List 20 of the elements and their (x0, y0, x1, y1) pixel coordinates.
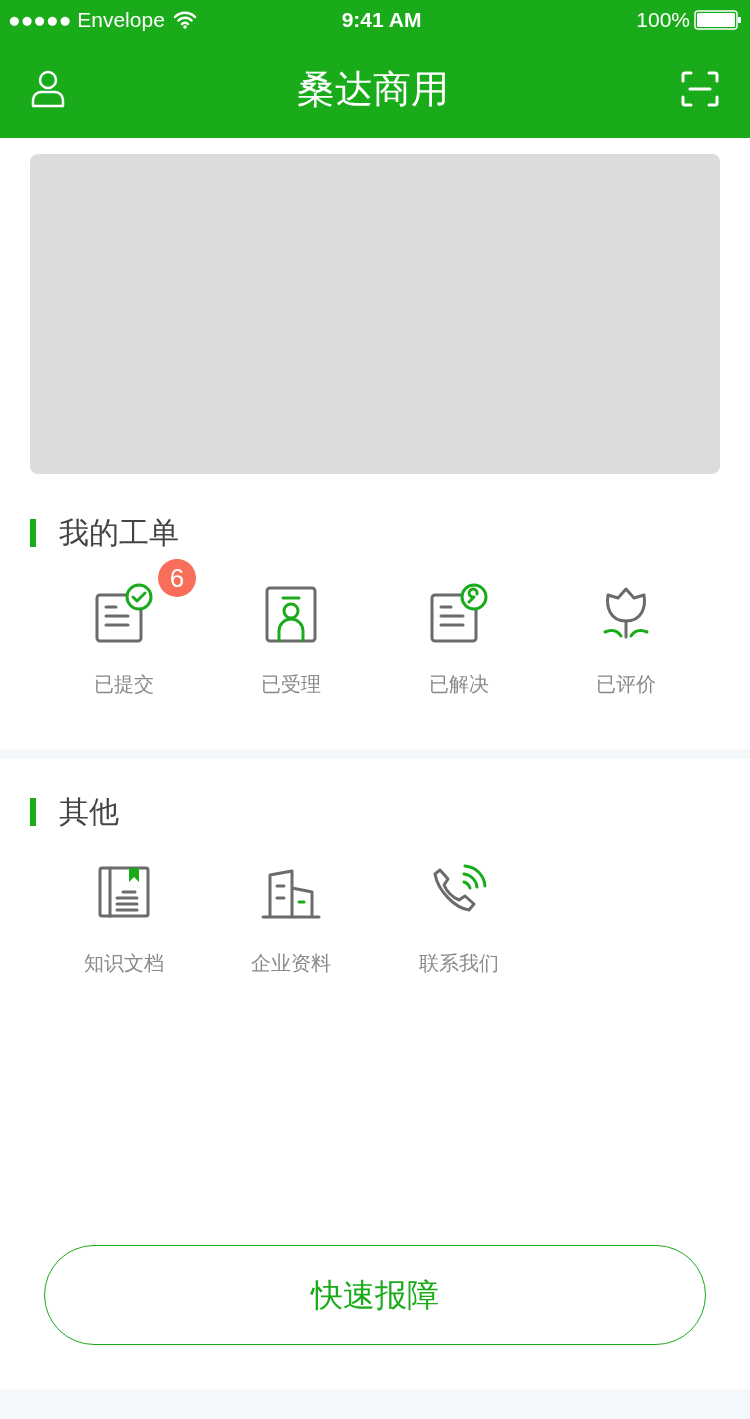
menu-item[interactable]: 已解决 (427, 583, 490, 699)
app-title: 桑达商用 (297, 66, 449, 112)
user-icon (31, 70, 65, 108)
section-marker (30, 797, 36, 826)
wifi-icon (172, 11, 197, 29)
section-title: 我的工单 (59, 515, 179, 551)
menu-item[interactable]: 已受理 (260, 583, 323, 699)
clock-text: 9:41 AM (340, 7, 423, 34)
section-title: 其他 (59, 794, 119, 830)
menu-item[interactable]: 知识文档 (83, 862, 164, 978)
menu-item[interactable]: 已评价 (595, 583, 658, 699)
battery-text: 100% (636, 7, 690, 34)
section-marker (30, 518, 36, 547)
battery-icon (694, 10, 742, 30)
menu-item[interactable]: 已提交 (92, 583, 155, 699)
carrier-text: ●●●●● Envelope (8, 7, 165, 34)
menu-item[interactable]: 企业资料 (251, 862, 332, 978)
count-badge: 6 (158, 559, 196, 597)
scan-icon (681, 71, 719, 107)
menu-item[interactable]: 联系我们 (418, 862, 499, 978)
